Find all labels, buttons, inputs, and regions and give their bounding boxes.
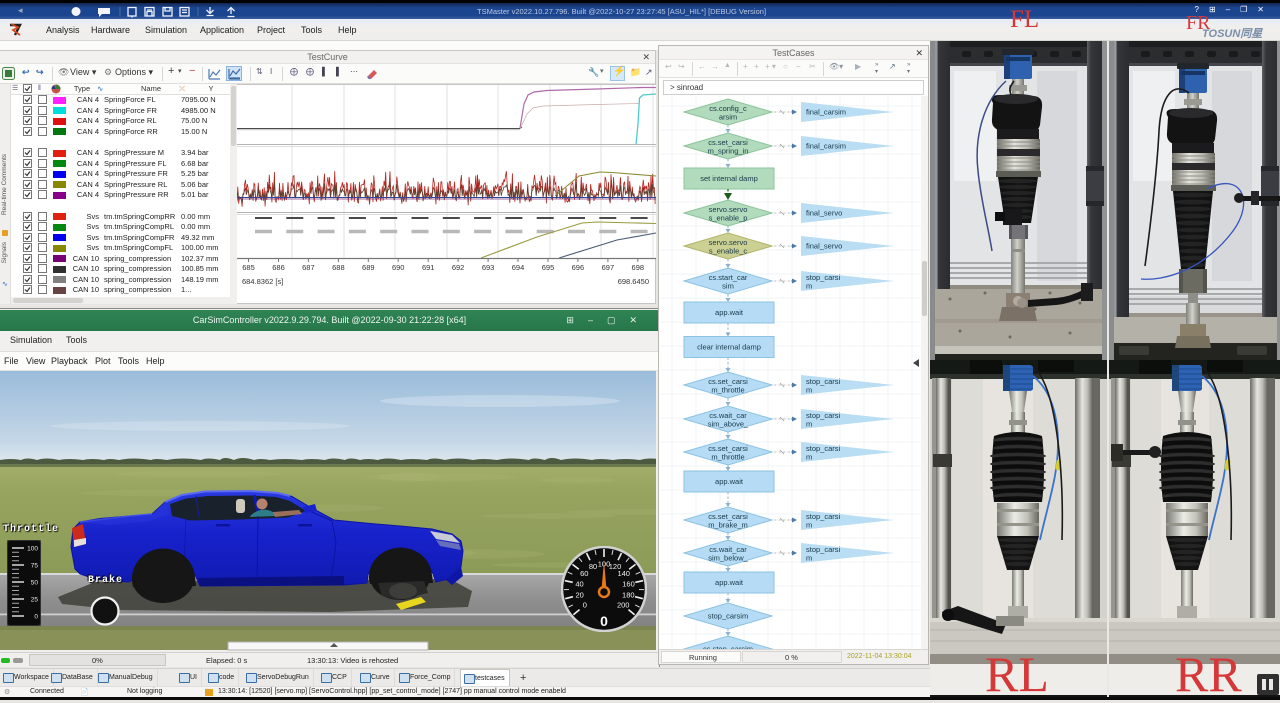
svg-text:688: 688 [332,263,345,272]
svg-text:695: 695 [542,263,555,272]
svg-text:697: 697 [602,263,615,272]
svg-text:180: 180 [622,591,635,600]
svg-text:684.8362 [s]: 684.8362 [s] [242,277,283,286]
svg-text:0: 0 [583,601,587,610]
svg-text:100: 100 [27,546,38,553]
svg-text:final_carsim: final_carsim [806,108,846,117]
svg-text:698.6450: 698.6450 [618,277,649,286]
svg-text:sim: sim [722,282,734,291]
svg-text:m: m [806,282,812,291]
svg-text:60: 60 [580,569,588,578]
svg-text:698: 698 [632,263,645,272]
svg-text:25: 25 [31,597,39,604]
svg-text:140: 140 [617,569,630,578]
svg-text:m: m [806,521,812,530]
svg-text:691: 691 [422,263,435,272]
svg-text:40: 40 [575,579,583,588]
svg-text:clear internal damp: clear internal damp [697,343,761,352]
svg-text:arsim: arsim [719,113,737,122]
svg-text:50: 50 [31,580,39,587]
svg-text:m: m [806,386,812,395]
svg-text:m: m [806,554,812,563]
svg-text:m_brake_m: m_brake_m [708,521,748,530]
svg-text:sim_above_: sim_above_ [708,420,749,429]
svg-text:75: 75 [31,563,39,570]
svg-text:693: 693 [482,263,495,272]
svg-text:m_throttle: m_throttle [711,386,744,395]
svg-text:m: m [806,453,812,462]
svg-text:m: m [806,420,812,429]
svg-text:final_servo: final_servo [806,209,842,218]
svg-text:app.wait: app.wait [715,308,744,317]
svg-text:0: 0 [600,613,608,629]
svg-text:set internal damp: set internal damp [700,174,758,183]
svg-text:s_enable_c: s_enable_c [709,247,748,256]
svg-text:80: 80 [589,562,597,571]
svg-text:0: 0 [34,614,38,621]
svg-text:app.wait: app.wait [715,578,744,587]
svg-text:696: 696 [572,263,585,272]
svg-text:20: 20 [576,591,584,600]
svg-text:690: 690 [392,263,405,272]
svg-text:692: 692 [452,263,465,272]
svg-text:200: 200 [617,601,630,610]
svg-text:final_servo: final_servo [806,242,842,251]
svg-text:686: 686 [272,263,285,272]
svg-text:final_carsim: final_carsim [806,142,846,151]
svg-text:m_throttle: m_throttle [711,453,744,462]
svg-text:694: 694 [512,263,525,272]
svg-text:sim_below_: sim_below_ [708,554,748,563]
svg-text:stop_carsim: stop_carsim [708,612,748,621]
svg-text:s_enable_p: s_enable_p [709,214,748,223]
svg-text:m_spring_in: m_spring_in [708,147,749,156]
svg-text:689: 689 [362,263,375,272]
svg-text:160: 160 [622,579,635,588]
svg-text:app.wait: app.wait [715,477,744,486]
svg-text:685: 685 [242,263,255,272]
svg-text:687: 687 [302,263,315,272]
